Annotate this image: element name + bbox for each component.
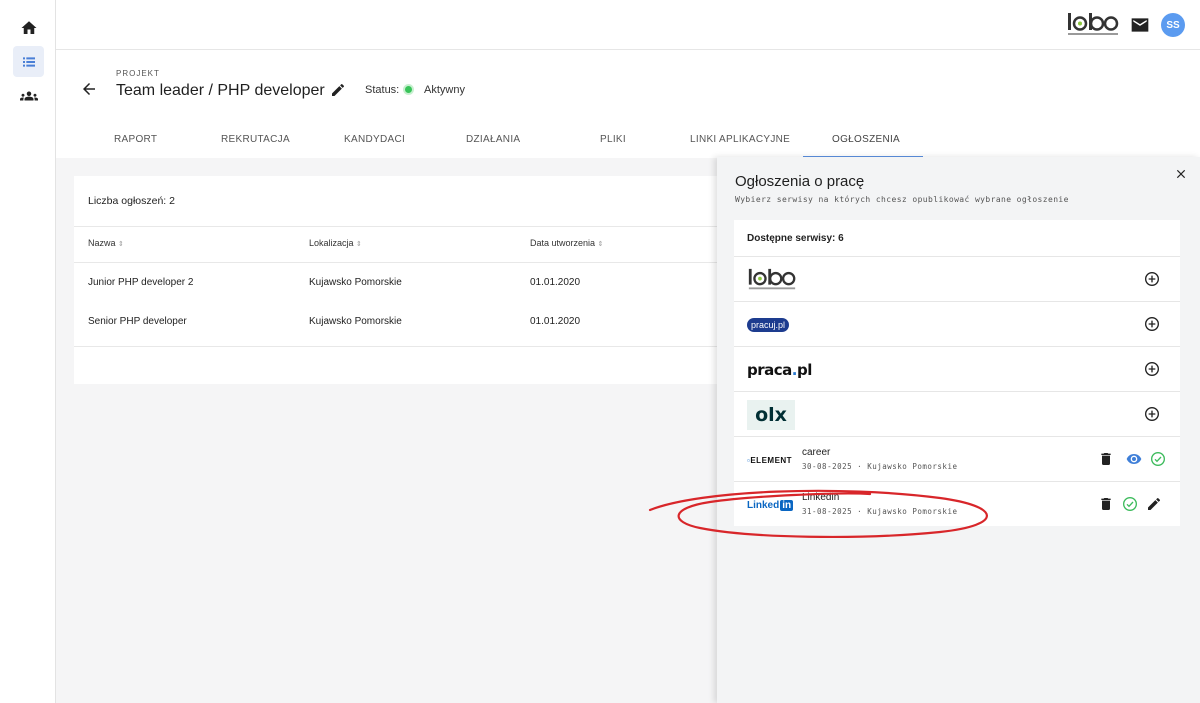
service-row-praca: praca.pl [734,346,1180,391]
published-name: Linkedin [802,492,840,503]
pracuj-logo: pracuj.pl [747,310,790,340]
cell-location: Kujawsko Pomorskie [309,316,402,327]
cell-date: 01.01.2020 [530,277,581,288]
job-posting-panel: Ogłoszenia o pracę Wybierz serwisy na kt… [717,157,1200,703]
add-circle-icon[interactable] [1144,271,1160,287]
check-circle-icon[interactable] [1122,496,1138,512]
panel-title: Ogłoszenia o pracę [735,173,865,190]
service-row-olx: olx [734,391,1180,436]
tab-linki-aplikacyjne[interactable]: LINKI APLIKACYJNE [690,134,790,145]
published-meta: 30-08-2025 · Kujawsko Pomorskie [802,462,958,471]
status-indicator [403,84,414,95]
cell-location: Kujawsko Pomorskie [309,277,402,288]
close-icon[interactable] [1174,167,1188,181]
element-logo: ▫ELEMENT [747,455,793,465]
eye-icon[interactable] [1126,451,1142,467]
edit-icon[interactable] [330,82,346,98]
cell-name: Senior PHP developer [88,316,187,327]
announcement-count: Liczba ogłoszeń: 2 [88,195,175,207]
tab-kandydaci[interactable]: KANDYDACI [344,134,405,145]
page-title: Team leader / PHP developer [116,82,325,99]
service-row-pracuj: pracuj.pl [734,301,1180,346]
status-label: Status: [365,84,400,96]
top-bar: SS [56,0,1200,50]
column-header-nazwa[interactable]: Nazwa ⇕ [88,238,124,248]
list-icon[interactable] [13,46,44,77]
check-circle-icon[interactable] [1150,451,1166,467]
service-row-lobo [734,256,1180,301]
status-value: Aktywny [424,84,465,96]
services-list: Dostępne serwisy: 6 pracuj.pl praca.pl o… [734,220,1180,526]
lobo-logo [747,265,797,295]
back-arrow-icon[interactable] [80,80,98,98]
project-label: PROJEKT [116,69,160,78]
tab-raport[interactable]: RAPORT [114,134,157,145]
people-icon[interactable] [13,80,44,111]
avatar[interactable]: SS [1161,13,1185,37]
delete-icon[interactable] [1098,451,1114,467]
column-header-lokalizacja[interactable]: Lokalizacja ⇕ [309,238,362,248]
praca-logo: praca.pl [747,361,812,379]
home-icon[interactable] [13,12,44,43]
add-circle-icon[interactable] [1144,406,1160,422]
published-row-element: ▫ELEMENT career 30-08-2025 · Kujawsko Po… [734,436,1180,481]
delete-icon[interactable] [1098,496,1114,512]
add-circle-icon[interactable] [1144,316,1160,332]
panel-subtitle: Wybierz serwisy na których chcesz opubli… [735,195,1069,204]
cell-date: 01.01.2020 [530,316,581,327]
add-circle-icon[interactable] [1144,361,1160,377]
published-row-linkedin: Linked in Linkedin 31-08-2025 · Kujawsko … [734,481,1180,526]
olx-logo: olx [747,400,795,430]
mail-icon[interactable] [1130,16,1150,34]
tab-pliki[interactable]: PLIKI [600,134,626,145]
published-meta: 31-08-2025 · Kujawsko Pomorskie [802,507,958,516]
lobo-logo [1068,13,1119,35]
column-header-data[interactable]: Data utworzenia ⇕ [530,238,603,248]
left-sidebar [0,0,56,703]
cell-name: Junior PHP developer 2 [88,277,194,288]
tab-dzialania[interactable]: DZIAŁANIA [466,134,520,145]
edit-icon[interactable] [1146,496,1162,512]
tab-rekrutacja[interactable]: REKRUTACJA [221,134,290,145]
linkedin-logo: Linked in [747,499,794,511]
announcements-table-card: Liczba ogłoszeń: 2 Nazwa ⇕ Lokalizacja ⇕… [74,176,734,384]
available-services-label: Dostępne serwisy: 6 [747,233,844,244]
tab-ogloszenia[interactable]: OGŁOSZENIA [832,134,900,145]
published-name: career [802,447,831,458]
tab-bar: RAPORT REKRUTACJA KANDYDACI DZIAŁANIA PL… [56,120,1200,158]
